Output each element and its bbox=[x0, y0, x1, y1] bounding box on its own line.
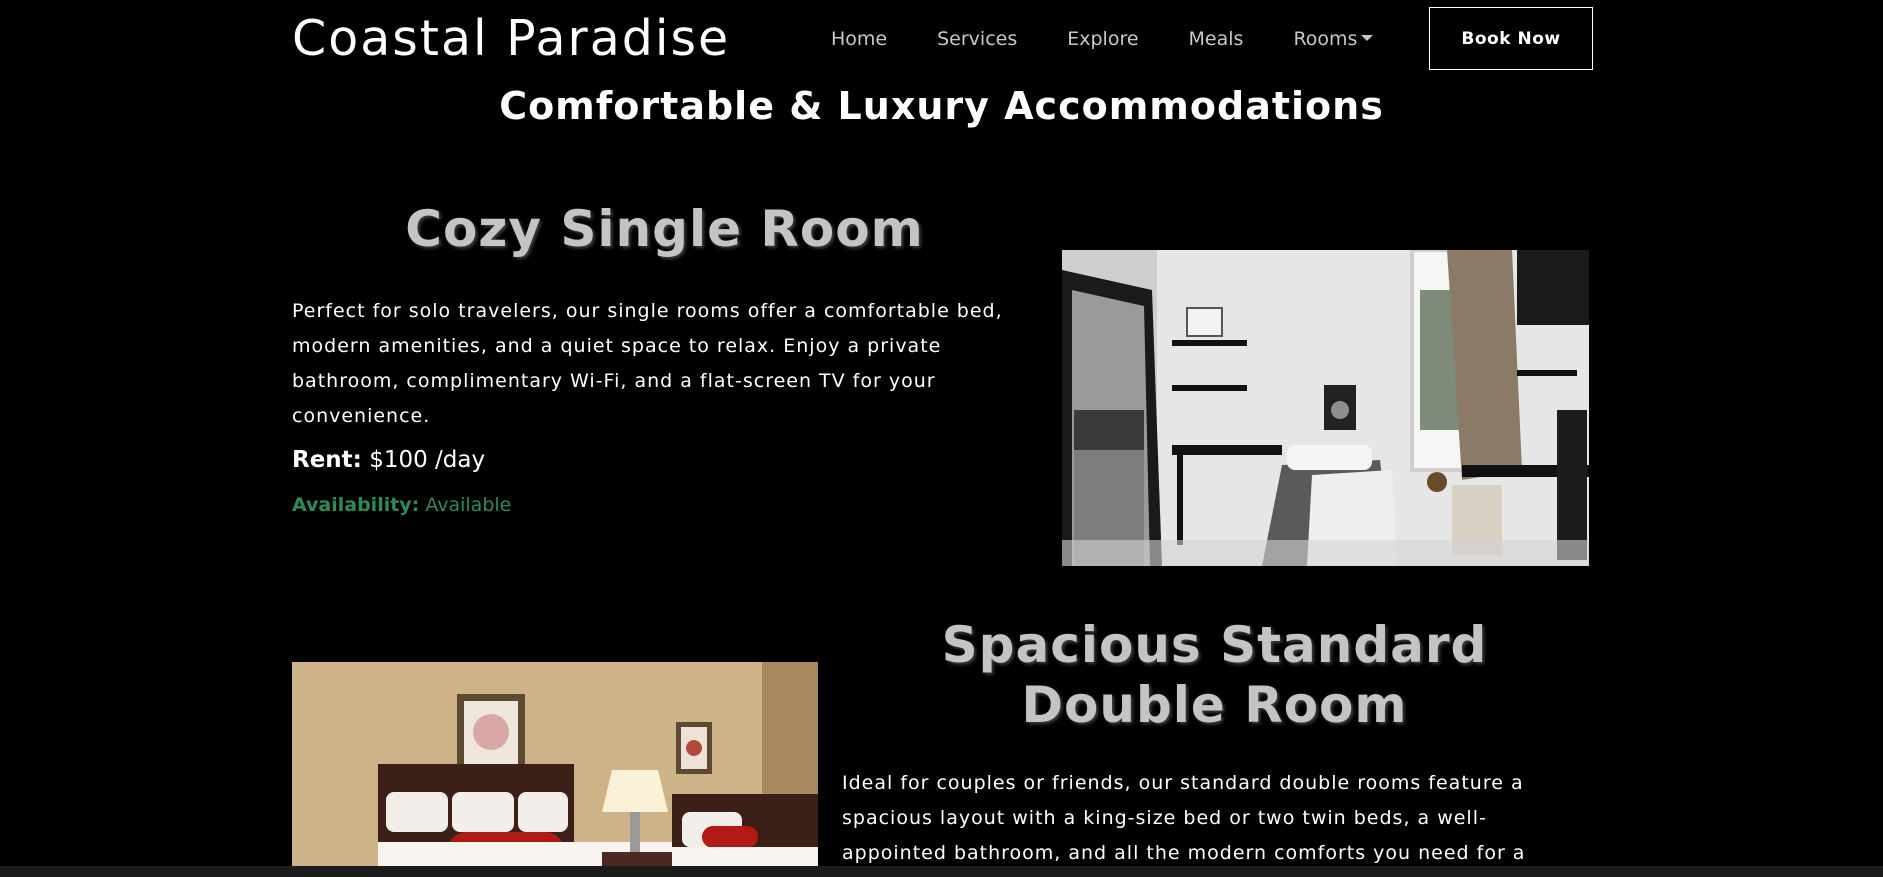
room-availability-single: Availability: Available bbox=[292, 494, 511, 516]
nav-link-home[interactable]: Home bbox=[831, 28, 887, 50]
caret-down-icon bbox=[1361, 35, 1374, 41]
horizontal-scrollbar[interactable] bbox=[0, 866, 1883, 877]
nav-link-services[interactable]: Services bbox=[937, 28, 1017, 50]
room-title-double: Spacious Standard Double Room bbox=[941, 616, 1488, 734]
room-image-double bbox=[292, 662, 818, 877]
page-heading: Comfortable & Luxury Accommodations bbox=[499, 84, 1384, 128]
double-room-photo-icon bbox=[292, 662, 818, 877]
single-room-photo-icon bbox=[1062, 250, 1589, 566]
room-description-double: Ideal for couples or friends, our standa… bbox=[842, 772, 1526, 864]
book-now-button[interactable]: Book Now bbox=[1429, 7, 1593, 70]
availability-label: Availability: bbox=[292, 494, 420, 516]
nav-links: Home Services Explore Meals Rooms bbox=[831, 28, 1374, 50]
room-title-single: Cozy Single Room bbox=[405, 200, 924, 258]
nav-link-explore[interactable]: Explore bbox=[1067, 28, 1138, 50]
room-image-single bbox=[1062, 250, 1589, 566]
nav-dropdown-rooms[interactable]: Rooms bbox=[1293, 28, 1374, 50]
room-description-single: Perfect for solo travelers, our single r… bbox=[292, 300, 1003, 427]
navbar: Coastal Paradise Home Services Explore M… bbox=[292, 0, 1596, 80]
nav-link-meals[interactable]: Meals bbox=[1189, 28, 1244, 50]
rent-label: Rent: bbox=[292, 447, 362, 473]
brand-logo[interactable]: Coastal Paradise bbox=[292, 10, 730, 67]
rent-value: $100 /day bbox=[369, 447, 486, 473]
availability-value: Available bbox=[425, 494, 512, 516]
page: Coastal Paradise Home Services Explore M… bbox=[0, 0, 1883, 877]
nav-dropdown-rooms-label: Rooms bbox=[1293, 28, 1358, 50]
room-rent-single: Rent: $100 /day bbox=[292, 447, 485, 473]
